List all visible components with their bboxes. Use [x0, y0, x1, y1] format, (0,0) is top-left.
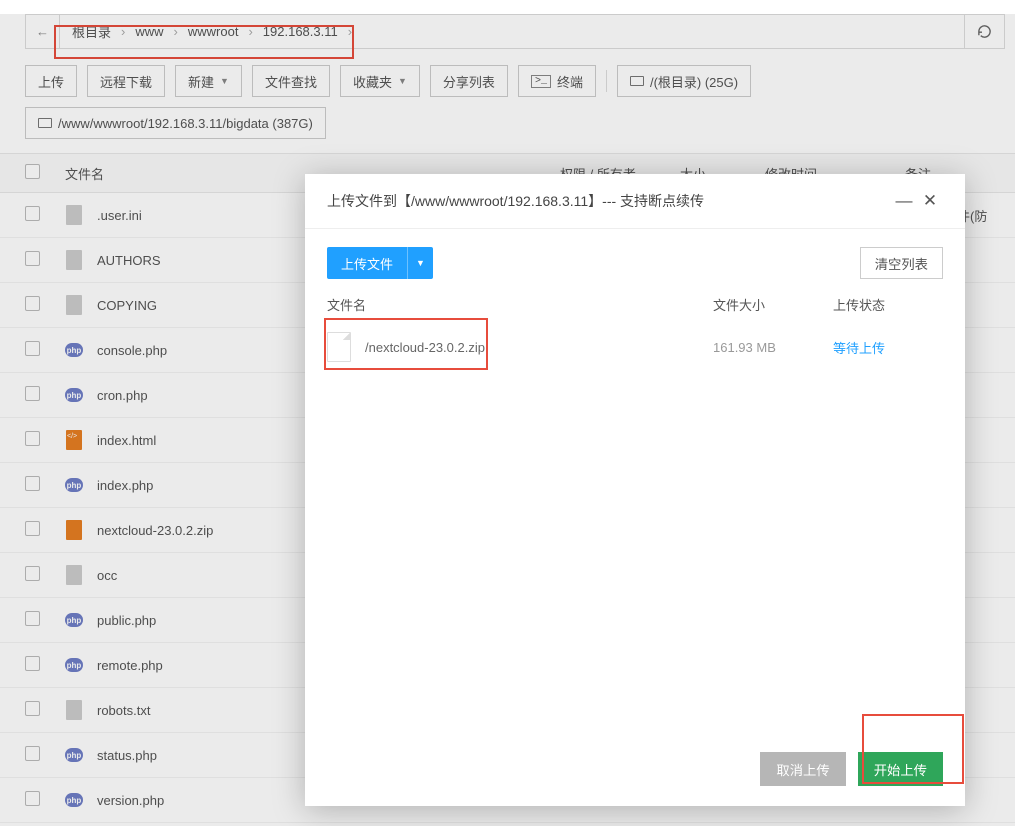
minimize-button[interactable]: —	[891, 191, 917, 211]
choose-file-label: 上传文件	[327, 254, 407, 273]
choose-file-button[interactable]: 上传文件 ▼	[327, 247, 433, 279]
close-button[interactable]: ✕	[917, 191, 943, 211]
upload-dialog: 上传文件到【/www/wwwroot/192.168.3.11】--- 支持断点…	[305, 174, 965, 806]
dialog-titlebar[interactable]: 上传文件到【/www/wwwroot/192.168.3.11】--- 支持断点…	[305, 174, 965, 229]
start-upload-button[interactable]: 开始上传	[858, 752, 943, 786]
upload-col-status: 上传状态	[833, 295, 943, 314]
upload-col-name: 文件名	[327, 295, 713, 314]
upload-row[interactable]: /nextcloud-23.0.2.zip 161.93 MB 等待上传	[305, 324, 965, 370]
upload-file-size: 161.93 MB	[713, 340, 833, 355]
dialog-title: 上传文件到【/www/wwwroot/192.168.3.11】--- 支持断点…	[327, 191, 891, 211]
cancel-upload-button[interactable]: 取消上传	[760, 752, 845, 786]
caret-down-icon[interactable]: ▼	[407, 247, 433, 279]
upload-table-header: 文件名 文件大小 上传状态	[305, 289, 965, 324]
dialog-toolbar: 上传文件 ▼ 清空列表	[305, 229, 965, 289]
upload-col-size: 文件大小	[713, 295, 833, 314]
clear-list-button[interactable]: 清空列表	[860, 247, 943, 279]
upload-file-status: 等待上传	[833, 338, 943, 357]
upload-file-name: /nextcloud-23.0.2.zip	[365, 340, 713, 355]
file-icon	[327, 332, 351, 362]
dialog-footer: 取消上传 开始上传	[305, 736, 965, 806]
